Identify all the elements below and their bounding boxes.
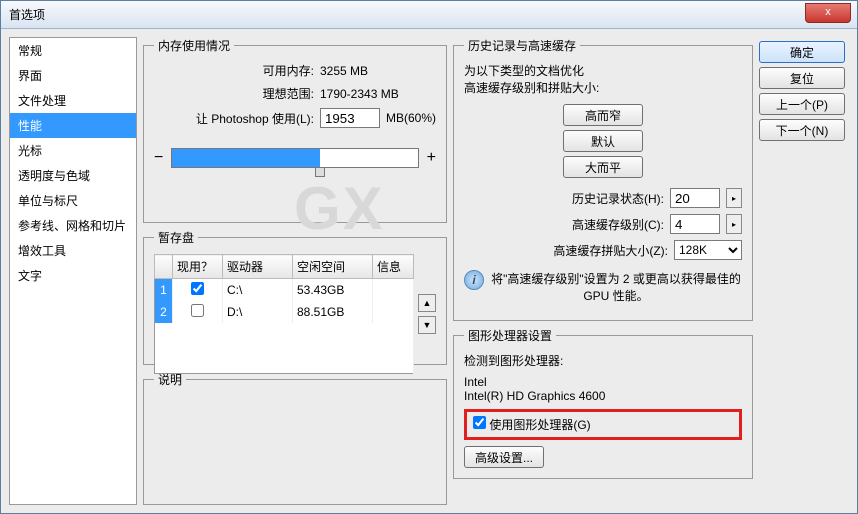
scratch-fieldset: 暂存盘 现用？ 驱动器 空闲空间 信息 bbox=[143, 229, 447, 365]
gpu-fieldset: 图形处理器设置 检测到图形处理器: Intel Intel(R) HD Grap… bbox=[453, 327, 753, 479]
table-row[interactable]: 1 C:\ 53.43GB bbox=[154, 279, 413, 302]
slider-plus[interactable]: + bbox=[427, 149, 436, 167]
col-active: 现用？ bbox=[172, 255, 222, 279]
scratch-table: 现用？ 驱动器 空闲空间 信息 1 C:\ 53.43GB bbox=[154, 254, 414, 374]
memory-unit: MB(60%) bbox=[386, 111, 436, 125]
col-free: 空闲空间 bbox=[292, 255, 372, 279]
left-column: 内存使用情况 可用内存: 3255 MB 理想范围: 1790-2343 MB 让 … bbox=[143, 37, 447, 505]
cache-tile-label: 高速缓存拼贴大小(Z): bbox=[553, 242, 668, 259]
gpu-vendor: Intel bbox=[464, 375, 742, 389]
col-drive: 驱动器 bbox=[222, 255, 292, 279]
cache-tile-select[interactable]: 128K bbox=[674, 240, 742, 260]
scratch-active-d[interactable] bbox=[191, 304, 204, 317]
sidebar-item-guides[interactable]: 参考线、网格和切片 bbox=[10, 213, 136, 238]
scratch-legend: 暂存盘 bbox=[154, 229, 198, 246]
scratch-active-c[interactable] bbox=[191, 282, 204, 295]
sidebar-item-type[interactable]: 文字 bbox=[10, 263, 136, 288]
slider-fill bbox=[172, 149, 319, 167]
use-gpu-label[interactable]: 使用图形处理器(G) bbox=[473, 418, 591, 432]
table-row[interactable]: 2 D:\ 88.51GB bbox=[154, 301, 413, 323]
reorder-arrows: ▲ ▼ bbox=[418, 254, 436, 374]
close-button[interactable]: x bbox=[805, 3, 851, 23]
ok-button[interactable]: 确定 bbox=[759, 41, 845, 63]
sidebar-item-performance[interactable]: 性能 bbox=[10, 113, 136, 138]
preferences-window: 首选项 x 常规 界面 文件处理 性能 光标 透明度与色域 单位与标尺 参考线、… bbox=[0, 0, 858, 514]
slider-thumb[interactable] bbox=[315, 167, 325, 177]
col-num bbox=[154, 255, 172, 279]
category-sidebar: 常规 界面 文件处理 性能 光标 透明度与色域 单位与标尺 参考线、网格和切片 … bbox=[9, 37, 137, 505]
ideal-range-label: 理想范围: bbox=[154, 85, 314, 102]
big-flat-button[interactable]: 大而平 bbox=[563, 156, 643, 178]
gpu-legend: 图形处理器设置 bbox=[464, 327, 556, 344]
use-gpu-checkbox[interactable] bbox=[473, 416, 486, 429]
right-column: 历史记录与高速缓存 为以下类型的文档优化 高速缓存级别和拼贴大小: 高而窄 默认… bbox=[453, 37, 753, 505]
memory-legend: 内存使用情况 bbox=[154, 37, 234, 54]
available-mem-value: 3255 MB bbox=[320, 64, 368, 78]
history-states-label: 历史记录状态(H): bbox=[572, 190, 664, 207]
description-legend: 说明 bbox=[154, 371, 186, 388]
stepper-icon[interactable]: ▸ bbox=[726, 214, 742, 234]
available-mem-label: 可用内存: bbox=[154, 62, 314, 79]
next-button[interactable]: 下一个(N) bbox=[759, 119, 845, 141]
let-ps-use-label: 让 Photoshop 使用(L): bbox=[154, 110, 314, 127]
stepper-icon[interactable]: ▸ bbox=[726, 188, 742, 208]
gpu-model: Intel(R) HD Graphics 4600 bbox=[464, 389, 742, 403]
sidebar-item-interface[interactable]: 界面 bbox=[10, 63, 136, 88]
sidebar-item-units[interactable]: 单位与标尺 bbox=[10, 188, 136, 213]
optimize-line2: 高速缓存级别和拼贴大小: bbox=[464, 79, 742, 96]
description-fieldset: 说明 bbox=[143, 371, 447, 505]
memory-input[interactable] bbox=[320, 108, 380, 128]
memory-slider[interactable] bbox=[171, 148, 418, 168]
move-down-button[interactable]: ▼ bbox=[418, 316, 436, 334]
sidebar-item-transparency[interactable]: 透明度与色域 bbox=[10, 163, 136, 188]
memory-fieldset: 内存使用情况 可用内存: 3255 MB 理想范围: 1790-2343 MB 让 … bbox=[143, 37, 447, 223]
action-buttons: 确定 复位 上一个(P) 下一个(N) bbox=[759, 37, 849, 505]
tall-thin-button[interactable]: 高而窄 bbox=[563, 104, 643, 126]
dialog-body: 常规 界面 文件处理 性能 光标 透明度与色域 单位与标尺 参考线、网格和切片 … bbox=[1, 29, 857, 513]
main-area: 内存使用情况 可用内存: 3255 MB 理想范围: 1790-2343 MB 让 … bbox=[143, 37, 849, 505]
cache-levels-label: 高速缓存级别(C): bbox=[572, 216, 664, 233]
cache-info-text: 将"高速缓存级别"设置为 2 或更高以获得最佳的 GPU 性能。 bbox=[490, 270, 742, 304]
slider-minus[interactable]: − bbox=[154, 149, 163, 167]
reset-button[interactable]: 复位 bbox=[759, 67, 845, 89]
sidebar-item-filehandling[interactable]: 文件处理 bbox=[10, 88, 136, 113]
optimize-line1: 为以下类型的文档优化 bbox=[464, 62, 742, 79]
history-states-input[interactable] bbox=[670, 188, 720, 208]
prev-button[interactable]: 上一个(P) bbox=[759, 93, 845, 115]
sidebar-item-cursors[interactable]: 光标 bbox=[10, 138, 136, 163]
sidebar-item-plugins[interactable]: 增效工具 bbox=[10, 238, 136, 263]
gpu-highlight-box: 使用图形处理器(G) bbox=[464, 409, 742, 440]
titlebar: 首选项 x bbox=[1, 1, 857, 29]
cache-levels-input[interactable] bbox=[670, 214, 720, 234]
ideal-range-value: 1790-2343 MB bbox=[320, 87, 399, 101]
window-title: 首选项 bbox=[5, 6, 45, 23]
default-button[interactable]: 默认 bbox=[563, 130, 643, 152]
info-icon: i bbox=[464, 270, 484, 290]
move-up-button[interactable]: ▲ bbox=[418, 294, 436, 312]
gpu-detected-label: 检测到图形处理器: bbox=[464, 352, 742, 369]
sidebar-item-general[interactable]: 常规 bbox=[10, 38, 136, 63]
col-info: 信息 bbox=[372, 255, 413, 279]
gpu-advanced-button[interactable]: 高级设置... bbox=[464, 446, 544, 468]
history-fieldset: 历史记录与高速缓存 为以下类型的文档优化 高速缓存级别和拼贴大小: 高而窄 默认… bbox=[453, 37, 753, 321]
history-legend: 历史记录与高速缓存 bbox=[464, 37, 580, 54]
